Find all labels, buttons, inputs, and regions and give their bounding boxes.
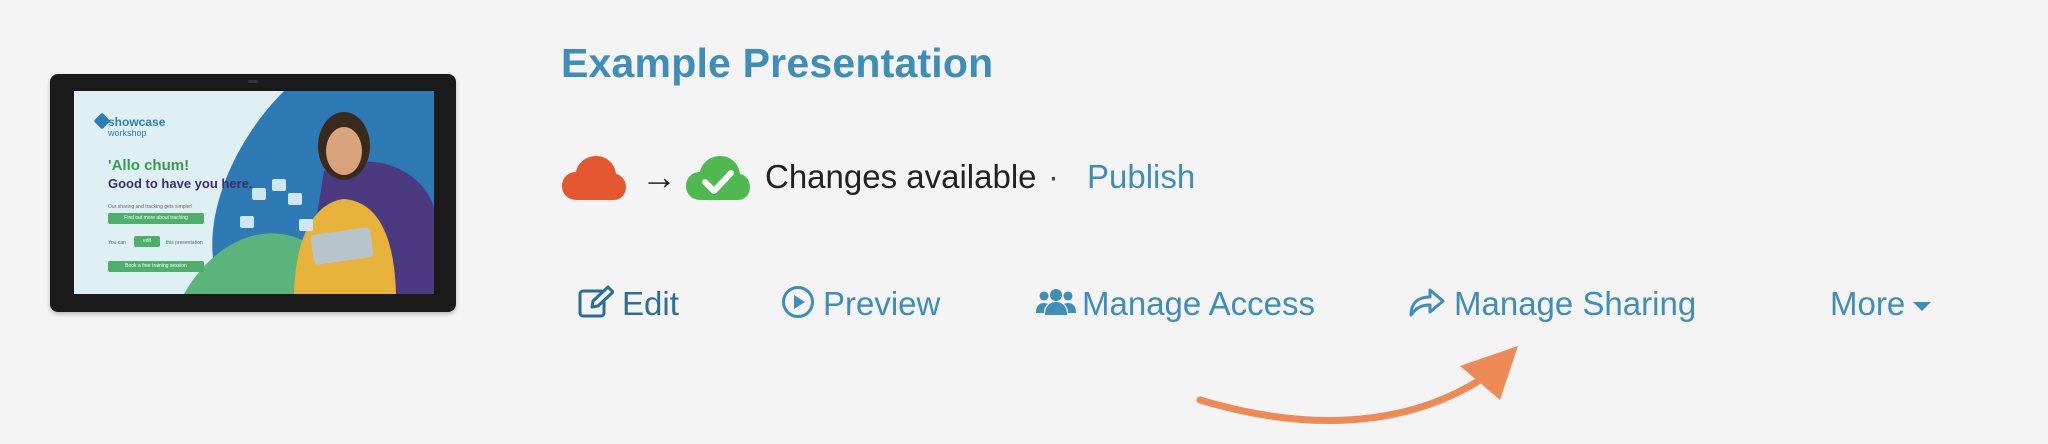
thumbnail-heading: 'Allo chum!: [108, 157, 190, 174]
more-label: More: [1830, 285, 1906, 322]
status-label: Changes available: [765, 158, 1037, 195]
preview-label: Preview: [823, 285, 941, 322]
thumbnail-subheading: Good to have you here.: [108, 176, 253, 191]
cloud-icon: [561, 154, 627, 207]
publish-link[interactable]: Publish: [1087, 158, 1195, 196]
thumbnail-button-2: edit: [134, 236, 160, 247]
presentation-title[interactable]: Example Presentation: [561, 40, 993, 87]
thumbnail-button-3: Book a free training session: [108, 261, 204, 272]
edit-button[interactable]: Edit: [578, 282, 679, 326]
manage-access-label: Manage Access: [1082, 285, 1315, 322]
play-circle-icon: [781, 285, 815, 324]
status-separator: ·: [1048, 158, 1059, 195]
preview-button[interactable]: Preview: [781, 282, 940, 326]
manage-sharing-label: Manage Sharing: [1454, 285, 1697, 322]
thumbnail-screen: showcase workshop 'Allo chum! Good to ha…: [74, 91, 434, 294]
manage-sharing-button[interactable]: Manage Sharing: [1408, 282, 1696, 326]
sync-status: → Changes available · Publish: [561, 150, 1261, 206]
arrow-icon: →: [641, 156, 677, 197]
thumbnail-button-2-suffix: this presentation: [166, 240, 203, 246]
manage-access-button[interactable]: Manage Access: [1036, 282, 1315, 326]
thumbnail-small-text: Our sharing and tracking gets simpler!: [108, 204, 193, 210]
cloud-check-icon: [685, 154, 751, 207]
tablet-camera: [248, 80, 258, 83]
thumbnail-button-2-prefix: You can: [108, 240, 126, 246]
share-icon: [1408, 286, 1446, 323]
caret-down-icon: [1913, 301, 1932, 311]
presentation-thumbnail[interactable]: showcase workshop 'Allo chum! Good to ha…: [50, 74, 456, 312]
thumbnail-button-1: Find out more about tracking: [108, 213, 204, 224]
more-dropdown[interactable]: More: [1830, 282, 1932, 326]
thumbnail-logo-name: showcase: [108, 115, 166, 129]
edit-icon: [578, 285, 615, 324]
users-icon: [1036, 287, 1076, 322]
thumbnail-logo: showcase workshop: [108, 115, 166, 139]
thumbnail-logo-sub: workshop: [108, 128, 147, 138]
edit-label: Edit: [622, 285, 679, 322]
